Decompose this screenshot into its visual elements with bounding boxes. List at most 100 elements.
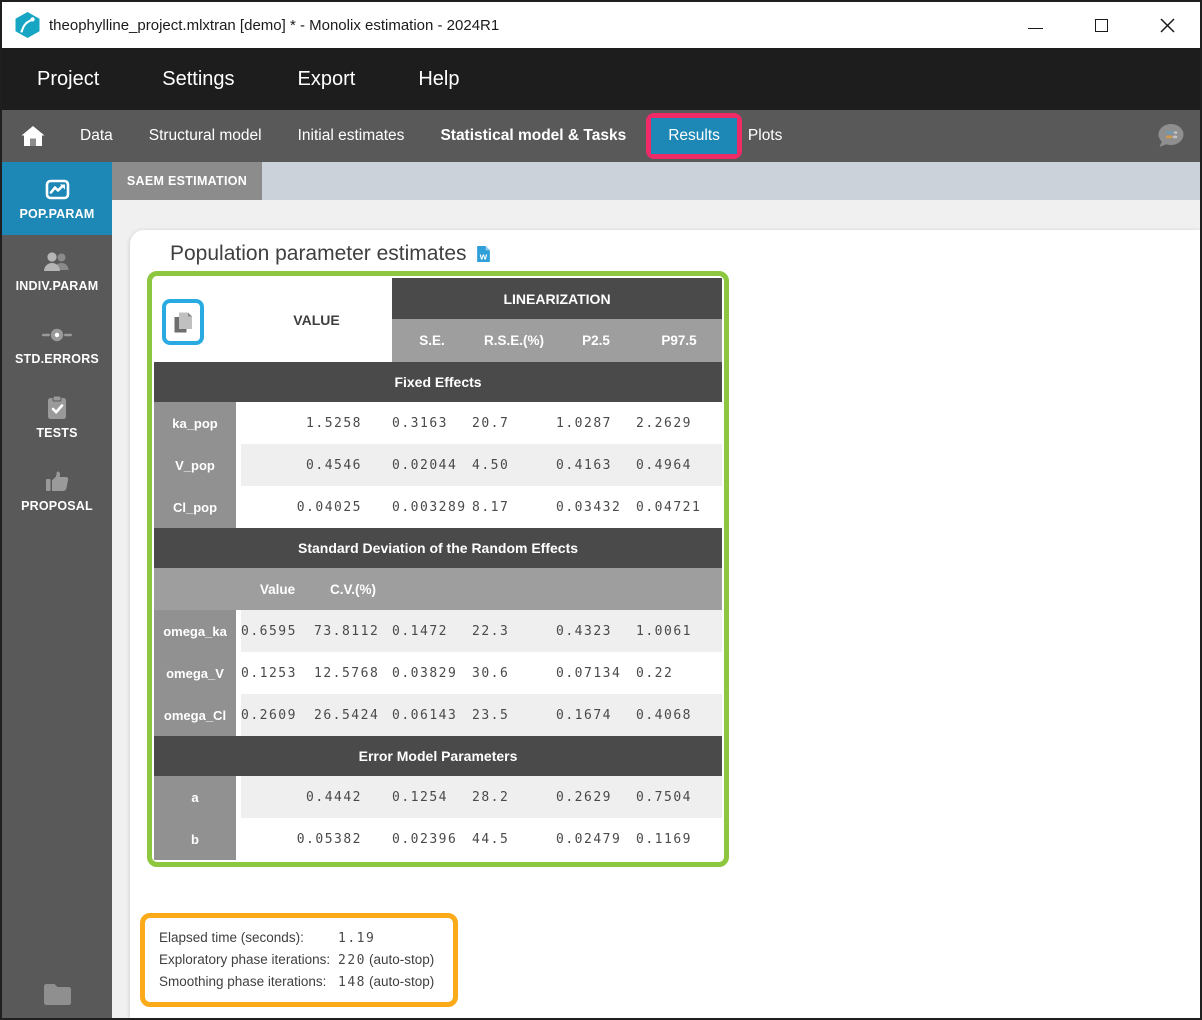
estimates-table-annotation: VALUE LINEARIZATION S.E. R.S.E.(%) P2.5 …: [147, 271, 729, 867]
population-estimates-table: VALUE LINEARIZATION S.E. R.S.E.(%) P2.5 …: [154, 278, 722, 860]
page-title: Population parameter estimates: [170, 242, 467, 266]
param-se: 0.03829: [392, 652, 472, 694]
table-row: Cl_pop 0.04025 0.003289 8.17 0.03432 0.0…: [154, 486, 722, 528]
param-p975: 0.4964: [636, 444, 722, 486]
sidebar-item-indiv-param[interactable]: INDIV.PARAM: [2, 235, 112, 308]
maximize-button[interactable]: [1068, 2, 1134, 48]
sidebar-item-std-errors[interactable]: STD.ERRORS: [2, 308, 112, 381]
param-p25: 1.0287: [556, 402, 636, 444]
param-label: V_pop: [154, 444, 241, 486]
close-icon: [1160, 18, 1175, 33]
col-header-p25: P2.5: [556, 319, 636, 362]
param-se: 0.1472: [392, 610, 472, 652]
summary-suffix: (auto-stop): [369, 952, 434, 967]
param-p25: 0.2629: [556, 776, 636, 818]
col-header-rse: R.S.E.(%): [472, 319, 556, 362]
col-header-p975: P97.5: [636, 319, 722, 362]
section-header-error-model: Error Model Parameters: [154, 736, 722, 776]
param-rse: 8.17: [472, 486, 556, 528]
param-rse: 4.50: [472, 444, 556, 486]
home-icon[interactable]: [20, 124, 46, 148]
close-button[interactable]: [1134, 2, 1200, 48]
project-folder-button[interactable]: [2, 981, 112, 1006]
param-se: 0.1254: [392, 776, 472, 818]
menu-export[interactable]: Export: [298, 68, 356, 91]
param-se: 0.06143: [392, 694, 472, 736]
linearization-header: LINEARIZATION: [392, 278, 722, 319]
table-row: V_pop 0.4546 0.02044 4.50 0.4163 0.4964: [154, 444, 722, 486]
results-highlight-annotation: Results: [646, 113, 742, 159]
tab-structural-model[interactable]: Structural model: [149, 127, 262, 145]
sidebar-item-tests[interactable]: TESTS: [2, 381, 112, 454]
thumbs-up-icon: [44, 469, 70, 494]
summary-value: 148: [338, 975, 366, 990]
sidebar-item-label: PROPOSAL: [21, 499, 93, 513]
param-label: omega_ka: [154, 610, 241, 652]
folder-icon: [42, 981, 73, 1006]
param-value: 0.05382: [241, 818, 392, 860]
minimize-button[interactable]: [1002, 2, 1068, 48]
summary-value: 1.19: [338, 931, 375, 946]
feedback-button[interactable]: [1155, 122, 1186, 155]
param-p25: 0.03432: [556, 486, 636, 528]
tab-plots[interactable]: Plots: [748, 127, 782, 145]
table-row: omega_V 0.1253 12.5768 0.03829 30.6 0.07…: [154, 652, 722, 694]
param-value: 1.5258: [241, 402, 392, 444]
tab-results[interactable]: Results: [651, 118, 737, 154]
menu-help[interactable]: Help: [418, 68, 459, 91]
param-value: 0.04025: [241, 486, 392, 528]
param-p975: 0.1169: [636, 818, 722, 860]
summary-value: 220: [338, 953, 366, 968]
chat-bubble-icon: [1155, 122, 1186, 150]
sidebar-item-label: INDIV.PARAM: [16, 279, 99, 293]
table-row: omega_Cl 0.2609 26.5424 0.06143 23.5 0.1…: [154, 694, 722, 736]
menubar: Project Settings Export Help: [2, 48, 1200, 110]
col-header-re-cv: C.V.(%): [314, 568, 392, 610]
results-subtab-band: SAEM ESTIMATION: [112, 162, 1200, 200]
sidebar-item-label: POP.PARAM: [20, 207, 95, 221]
param-cv: 26.5424: [314, 694, 392, 736]
menu-project[interactable]: Project: [37, 68, 99, 91]
summary-suffix: (auto-stop): [369, 974, 434, 989]
copy-table-annotation: [162, 299, 204, 345]
tab-data[interactable]: Data: [80, 127, 113, 145]
copy-icon[interactable]: [173, 311, 194, 334]
param-p25: 0.07134: [556, 652, 636, 694]
results-sidebar: POP.PARAM INDIV.PARAM STD.ERRORS: [2, 162, 112, 1018]
sidebar-item-label: TESTS: [36, 426, 77, 440]
export-word-icon[interactable]: w: [476, 245, 491, 263]
table-row: ka_pop 1.5258 0.3163 20.7 1.0287 2.2629: [154, 402, 722, 444]
window-title: theophylline_project.mlxtran [demo] * - …: [49, 17, 499, 34]
param-rse: 30.6: [472, 652, 556, 694]
param-rse: 22.3: [472, 610, 556, 652]
summary-label: Smoothing phase iterations:: [159, 974, 338, 989]
param-p25: 0.4163: [556, 444, 636, 486]
tab-statistical-model-tasks[interactable]: Statistical model & Tasks: [440, 127, 626, 145]
col-header-re-value: Value: [241, 568, 314, 610]
sidebar-item-label: STD.ERRORS: [15, 352, 99, 366]
value-column-header: VALUE: [241, 278, 392, 362]
param-se: 0.02396: [392, 818, 472, 860]
subtab-saem-estimation[interactable]: SAEM ESTIMATION: [112, 162, 262, 200]
section-header-fixed-effects: Fixed Effects: [154, 362, 722, 402]
param-cv: 73.8112: [314, 610, 392, 652]
param-p975: 0.04721: [636, 486, 722, 528]
param-se: 0.02044: [392, 444, 472, 486]
clipboard-check-icon: [45, 395, 69, 421]
sidebar-item-pop-param[interactable]: POP.PARAM: [2, 162, 112, 235]
param-p975: 0.22: [636, 652, 722, 694]
summary-exploratory-iterations: Exploratory phase iterations: 220 (auto-…: [159, 952, 439, 968]
summary-label: Elapsed time (seconds):: [159, 930, 338, 945]
tab-initial-estimates[interactable]: Initial estimates: [298, 127, 405, 145]
param-p25: 0.02479: [556, 818, 636, 860]
menu-settings[interactable]: Settings: [162, 68, 234, 91]
people-icon: [42, 250, 72, 274]
summary-elapsed-time: Elapsed time (seconds): 1.19: [159, 930, 439, 946]
param-rse: 28.2: [472, 776, 556, 818]
node-link-icon: [41, 323, 73, 347]
param-p975: 0.4068: [636, 694, 722, 736]
svg-text:w: w: [478, 251, 487, 262]
summary-label: Exploratory phase iterations:: [159, 952, 338, 967]
sidebar-item-proposal[interactable]: PROPOSAL: [2, 454, 112, 527]
line-chart-icon: [44, 177, 71, 202]
